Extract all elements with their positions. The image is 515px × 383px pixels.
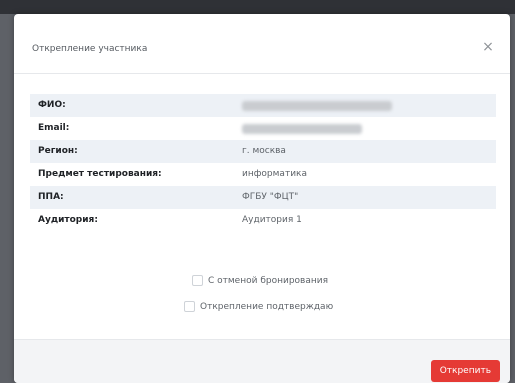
info-row-region: Регион: г. москва xyxy=(30,140,496,163)
dialog-title: Открепление участника xyxy=(32,44,148,54)
dialog-footer: Открепить xyxy=(14,339,510,383)
confirm-detach-checkbox[interactable] xyxy=(184,301,195,312)
cancel-booking-label[interactable]: С отменой бронирования xyxy=(208,272,328,290)
cancel-booking-option[interactable]: С отменой бронирования xyxy=(192,272,362,290)
participant-info-table: ФИО: Email: Регион: г. москва Предмет те… xyxy=(30,94,496,232)
detach-button[interactable]: Открепить xyxy=(430,360,500,382)
dialog-header: Открепление участника × xyxy=(14,14,510,74)
subject-label: Предмет тестирования: xyxy=(38,169,162,179)
fio-label: ФИО: xyxy=(38,100,66,110)
info-row-fio: ФИО: xyxy=(30,94,496,117)
close-icon[interactable]: × xyxy=(480,39,496,55)
confirm-detach-option[interactable]: Открепление подтверждаю xyxy=(184,298,364,316)
email-label: Email: xyxy=(38,123,70,133)
cancel-booking-checkbox[interactable] xyxy=(192,275,203,286)
auditorium-label: Аудитория: xyxy=(38,215,98,225)
detach-participant-dialog: Открепление участника × ФИО: Email: Реги… xyxy=(14,14,510,383)
ppa-label: ППА: xyxy=(38,192,64,202)
email-value-redacted xyxy=(242,124,362,134)
subject-value: информатика xyxy=(242,169,307,179)
modal-backdrop xyxy=(0,0,515,14)
region-label: Регион: xyxy=(38,146,78,156)
auditorium-value: Аудитория 1 xyxy=(242,215,302,225)
info-row-email: Email: xyxy=(30,117,496,140)
info-row-subject: Предмет тестирования: информатика xyxy=(30,163,496,186)
confirm-detach-label[interactable]: Открепление подтверждаю xyxy=(200,298,333,316)
info-row-ppa: ППА: ФГБУ "ФЦТ" xyxy=(30,186,496,209)
region-value: г. москва xyxy=(242,146,286,156)
ppa-value: ФГБУ "ФЦТ" xyxy=(242,192,299,202)
fio-value-redacted xyxy=(242,101,392,111)
info-row-auditorium: Аудитория: Аудитория 1 xyxy=(30,209,496,232)
